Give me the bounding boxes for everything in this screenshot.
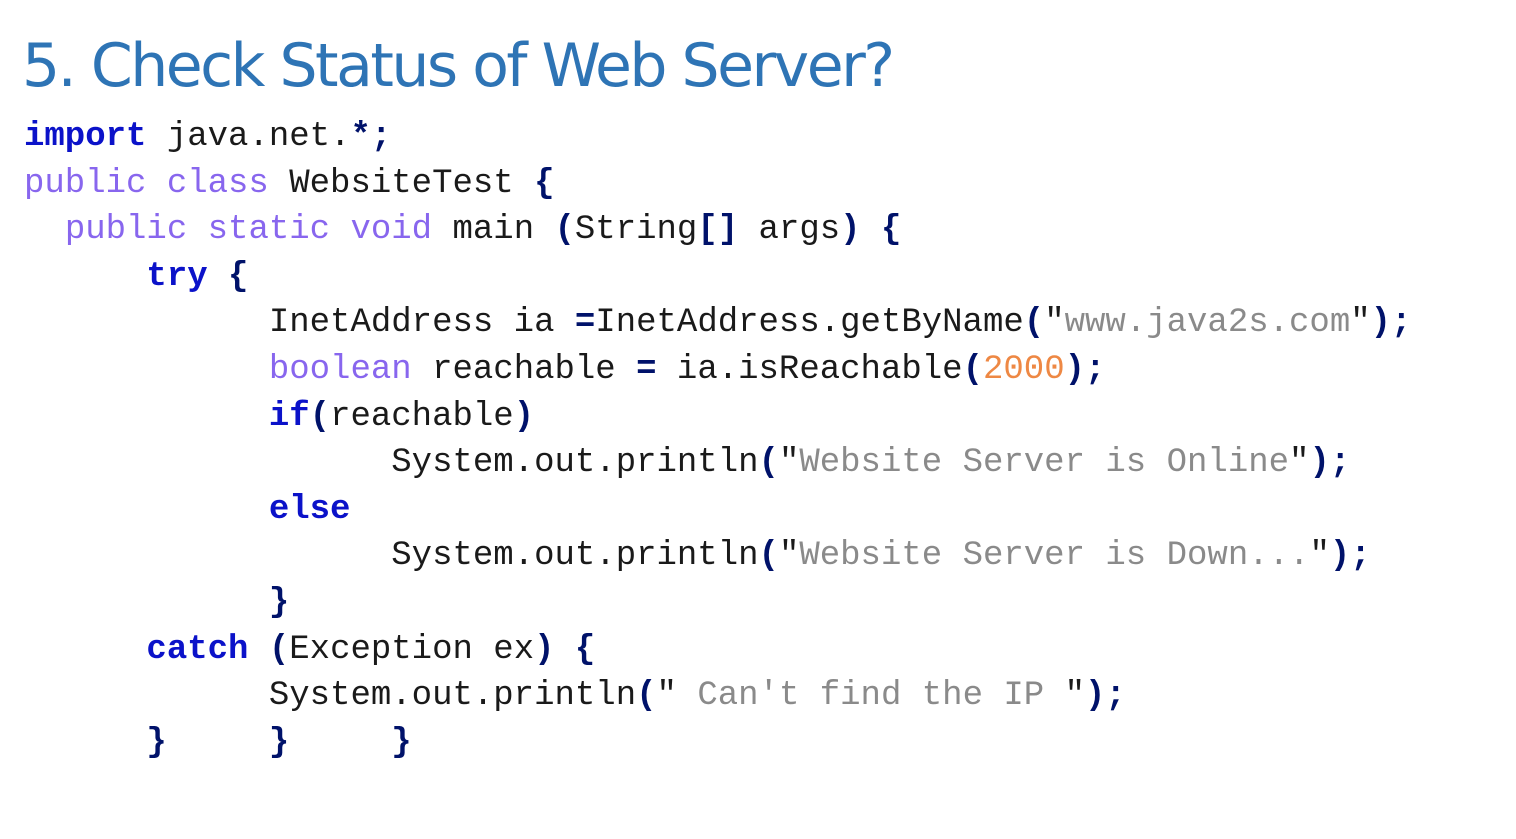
code-token: else <box>268 490 351 529</box>
code-token: " <box>1044 304 1065 343</box>
code-token: ); <box>1370 304 1412 343</box>
code-line: try { <box>24 254 1411 301</box>
code-token: ( <box>636 677 657 716</box>
code-token: { <box>574 630 596 669</box>
code-token: } <box>391 723 412 762</box>
code-token: Exception ex <box>289 630 535 669</box>
code-block: import java.net.*; public class WebsiteTe… <box>24 114 1411 766</box>
code-token: } <box>146 723 167 762</box>
code-token: " <box>1289 444 1310 483</box>
code-token: ) <box>840 211 861 250</box>
code-line: catch (Exception ex) { <box>24 627 1411 674</box>
code-token: " <box>778 537 800 576</box>
code-line: public class WebsiteTest { <box>24 161 1411 208</box>
code-token: Website Server is Down... <box>799 537 1310 576</box>
code-line: } <box>24 580 1411 627</box>
code-token: ); <box>1064 350 1106 389</box>
code-token: ( <box>268 630 290 669</box>
code-token: ) <box>513 397 535 436</box>
code-token: { <box>880 211 902 250</box>
code-token: = <box>636 350 657 389</box>
code-token: ( <box>1023 304 1045 343</box>
code-token: if <box>268 397 310 436</box>
code-token: String <box>574 211 698 250</box>
code-line: System.out.println("Website Server is Do… <box>24 533 1411 580</box>
code-line: if(reachable) <box>24 394 1411 441</box>
code-token: } <box>268 723 290 762</box>
code-token: ( <box>309 397 331 436</box>
code-token: { <box>228 257 249 296</box>
code-line: InetAddress ia =InetAddress.getByName("w… <box>24 300 1412 347</box>
code-token: " <box>1350 304 1371 343</box>
code-token: ( <box>962 350 983 389</box>
code-line: boolean reachable = ia.isReachable(2000)… <box>24 347 1411 394</box>
code-token: boolean <box>268 350 412 389</box>
code-token: public static void <box>64 211 433 250</box>
code-token: " <box>656 677 677 716</box>
code-token: System.out.println <box>24 537 759 576</box>
slide-title: 5. Check Status of Web Server? <box>22 31 895 101</box>
code-token: public class <box>24 164 269 203</box>
code-token: InetAddress ia <box>24 304 575 343</box>
code-token: args <box>738 211 841 250</box>
code-token: InetAddress.getByName <box>595 304 1024 343</box>
code-token: try <box>146 257 208 296</box>
code-token: *; <box>350 118 392 156</box>
code-token: " <box>1309 537 1330 576</box>
code-token: ia.isReachable <box>656 350 963 389</box>
code-token: ); <box>1309 444 1351 483</box>
code-token: 2000 <box>982 350 1065 389</box>
code-token: " <box>778 444 800 483</box>
code-token: [] <box>697 211 739 250</box>
code-token: catch <box>146 630 249 669</box>
code-token: System.out.println <box>24 677 637 716</box>
code-line: System.out.println("Website Server is On… <box>24 440 1411 487</box>
code-token: ); <box>1085 677 1126 716</box>
code-token: ( <box>554 211 575 250</box>
code-line: else <box>24 487 1411 534</box>
code-token: = <box>574 304 596 343</box>
code-token: main <box>432 211 555 250</box>
code-token: ( <box>758 444 779 483</box>
slide: 5. Check Status of Web Server? import ja… <box>0 0 1516 839</box>
code-token: } <box>268 583 290 622</box>
code-token: ( <box>758 537 779 576</box>
code-line: import java.net.*; <box>24 114 1411 161</box>
code-token: ) <box>534 630 555 669</box>
code-token: reachable <box>330 397 514 436</box>
code-line: public static void main (String[] args) … <box>24 207 1411 254</box>
code-token: " <box>1064 677 1085 716</box>
code-token: reachable <box>411 350 637 389</box>
code-line: System.out.println(" Can't find the IP "… <box>24 673 1411 720</box>
code-token: import <box>24 118 147 156</box>
code-token: www.java2s.com <box>1064 304 1351 343</box>
code-line: } } } <box>24 720 1411 767</box>
code-token: ); <box>1329 537 1371 576</box>
code-token: java.net. <box>146 118 351 156</box>
code-token: WebsiteTest <box>268 164 535 203</box>
code-token: System.out.println <box>24 444 759 483</box>
code-token: Website Server is Online <box>799 444 1290 483</box>
code-token: { <box>534 164 555 203</box>
code-token: Can't find the IP <box>676 677 1065 716</box>
